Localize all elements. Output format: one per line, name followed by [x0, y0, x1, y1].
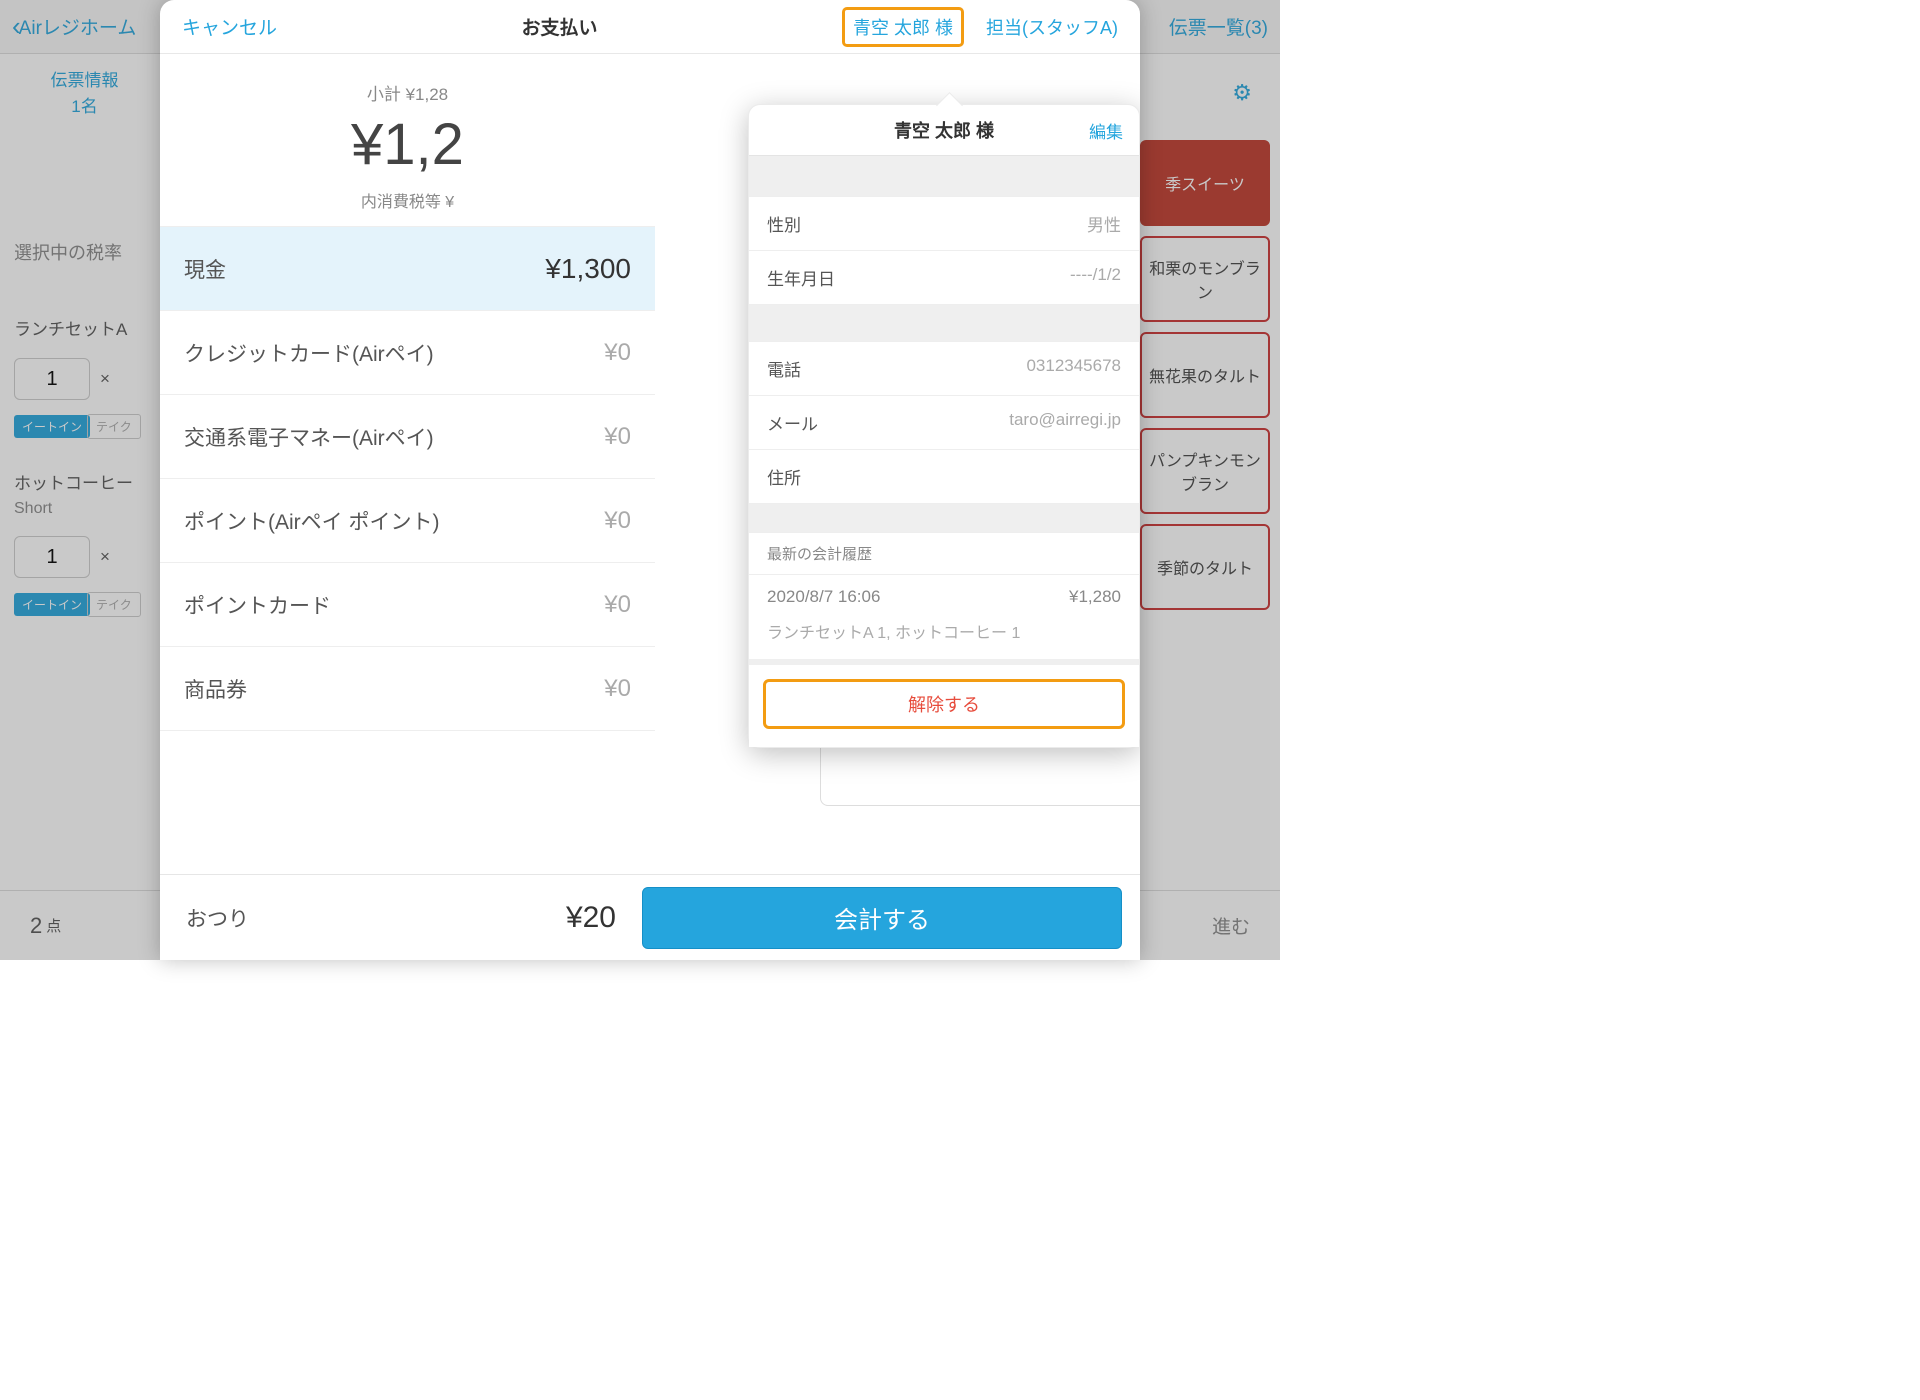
customer-button[interactable]: 青空 太郎 様	[842, 7, 964, 47]
change-amount: ¥20	[566, 901, 616, 935]
modal-body: 小計 ¥1,28 ¥1,2 内消費税等 ¥ 現金 ¥1,300 クレジットカード…	[160, 54, 1140, 874]
grand-total: ¥1,2	[160, 111, 655, 178]
cancel-button[interactable]: キャンセル	[182, 13, 277, 40]
popover-section-history: 最新の会計履歴 2020/8/7 16:06 ¥1,280 ランチセットA 1,…	[749, 532, 1139, 659]
modal-footer: おつり ¥20 会計する	[160, 874, 1140, 960]
staff-button[interactable]: 担当(スタッフA)	[986, 14, 1118, 40]
payment-modal: キャンセル お支払い 青空 太郎 様 担当(スタッフA) 小計 ¥1,28 ¥1…	[160, 0, 1140, 960]
payment-left: 小計 ¥1,28 ¥1,2 内消費税等 ¥ 現金 ¥1,300 クレジットカード…	[160, 54, 655, 874]
customer-popover: 青空 太郎 様 編集 性別男性 生年月日----/1/2 電話031234567…	[748, 104, 1140, 748]
popover-section-contact: 電話0312345678 メールtaro@airregi.jp 住所	[749, 341, 1139, 504]
modal-title: お支払い	[521, 13, 597, 40]
popover-anchor: 青空 太郎 様 編集 性別男性 生年月日----/1/2 電話031234567…	[760, 104, 1140, 794]
change-label: おつり	[186, 903, 249, 933]
payment-methods: 現金 ¥1,300 クレジットカード(Airペイ) ¥0 交通系電子マネー(Ai…	[160, 226, 655, 731]
unlink-button[interactable]: 解除する	[763, 679, 1125, 729]
pay-cash[interactable]: 現金 ¥1,300	[160, 227, 655, 311]
app-root: ‹ Airレジホーム 伝票一覧(3) 伝票情報 1名 選択中の税率 ランチセット…	[0, 0, 1280, 960]
pay-credit[interactable]: クレジットカード(Airペイ) ¥0	[160, 311, 655, 395]
pay-point[interactable]: ポイント(Airペイ ポイント) ¥0	[160, 479, 655, 563]
checkout-button[interactable]: 会計する	[642, 887, 1122, 949]
pay-emoney[interactable]: 交通系電子マネー(Airペイ) ¥0	[160, 395, 655, 479]
edit-button[interactable]: 編集	[1089, 118, 1123, 143]
popover-header: 青空 太郎 様 編集	[749, 105, 1139, 155]
popover-section-basic: 性別男性 生年月日----/1/2	[749, 196, 1139, 305]
totals: 小計 ¥1,28 ¥1,2 内消費税等 ¥	[160, 54, 655, 226]
modal-header: キャンセル お支払い 青空 太郎 様 担当(スタッフA)	[160, 0, 1140, 54]
pay-voucher[interactable]: 商品券 ¥0	[160, 647, 655, 731]
pay-pointcard[interactable]: ポイントカード ¥0	[160, 563, 655, 647]
